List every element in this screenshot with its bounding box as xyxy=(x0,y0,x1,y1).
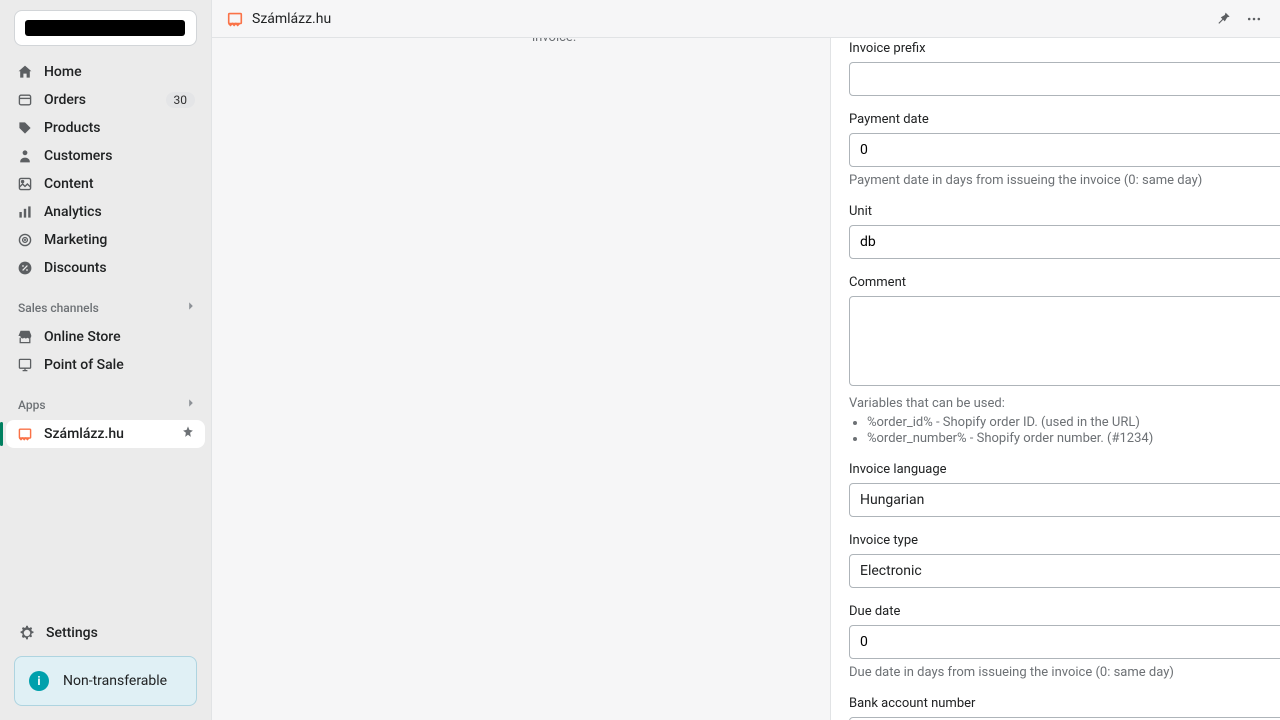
label-invoice-type: Invoice type xyxy=(849,533,1280,548)
nav-analytics[interactable]: Analytics xyxy=(6,198,205,226)
input-payment-date[interactable] xyxy=(849,133,1280,167)
vars-intro: Variables that can be used: xyxy=(849,396,1005,411)
primary-nav: Home Orders 30 Products Customers Cont xyxy=(0,54,211,286)
apps-nav: Számlázz.hu xyxy=(0,416,211,452)
szamlazz-app-icon xyxy=(16,425,34,443)
apps-header[interactable]: Apps xyxy=(0,383,211,416)
page-title: Számlázz.hu xyxy=(252,11,331,27)
marketing-icon xyxy=(16,231,34,249)
pin-icon[interactable] xyxy=(181,425,195,443)
nav-app-szamlazz[interactable]: Számlázz.hu xyxy=(6,420,205,448)
chevron-right-icon xyxy=(185,397,197,412)
analytics-icon xyxy=(16,203,34,221)
nav-customers[interactable]: Customers xyxy=(6,142,205,170)
select-invoice-language[interactable]: Hungarian xyxy=(849,483,1280,517)
nav-content[interactable]: Content xyxy=(6,170,205,198)
nav-orders[interactable]: Orders 30 xyxy=(6,86,205,114)
sidebar: Home Orders 30 Products Customers Cont xyxy=(0,0,212,720)
field-due-date: Due date Due date in days from issueing … xyxy=(849,604,1280,680)
section-description: invoice. xyxy=(532,38,792,45)
more-actions-button[interactable] xyxy=(1242,7,1266,31)
nav-label: Online Store xyxy=(44,329,195,345)
input-unit[interactable] xyxy=(849,225,1280,259)
nav-online-store[interactable]: Online Store xyxy=(6,323,205,351)
nav-marketing[interactable]: Marketing xyxy=(6,226,205,254)
nav-label: Home xyxy=(44,64,195,80)
help-payment-date: Payment date in days from issueing the i… xyxy=(849,173,1280,188)
nav-label: Analytics xyxy=(44,204,195,220)
settings-card: Invoice prefix Payment date Payment date… xyxy=(830,38,1280,720)
field-bank-account: Bank account number xyxy=(849,696,1280,720)
field-invoice-type: Invoice type Electronic ▲▼ xyxy=(849,533,1280,588)
store-icon xyxy=(16,328,34,346)
content-icon xyxy=(16,175,34,193)
input-due-date[interactable] xyxy=(849,625,1280,659)
products-icon xyxy=(16,119,34,137)
nav-label: Számlázz.hu xyxy=(44,426,181,442)
input-invoice-prefix[interactable] xyxy=(849,62,1280,96)
label-due-date: Due date xyxy=(849,604,1280,619)
nav-label: Discounts xyxy=(44,260,195,276)
non-transferable-banner: i Non-transferable xyxy=(14,656,197,706)
orders-badge: 30 xyxy=(166,92,196,108)
nav-label: Point of Sale xyxy=(44,357,195,373)
label-invoice-language: Invoice language xyxy=(849,462,1280,477)
sales-channels-header[interactable]: Sales channels xyxy=(0,286,211,319)
label-comment: Comment xyxy=(849,275,1280,290)
nav-settings[interactable]: Settings xyxy=(6,618,205,648)
settings-label: Settings xyxy=(46,625,98,641)
szamlazz-app-icon xyxy=(226,10,244,28)
nav-label: Marketing xyxy=(44,232,195,248)
banner-text: Non-transferable xyxy=(63,673,167,689)
field-invoice-language: Invoice language Hungarian ▲▼ xyxy=(849,462,1280,517)
label-unit: Unit xyxy=(849,204,1280,219)
nav-label: Products xyxy=(44,120,195,136)
discounts-icon xyxy=(16,259,34,277)
section-title: Apps xyxy=(18,398,46,412)
store-name-redacted xyxy=(25,20,185,36)
main-content: invoice. Invoice prefix Payment date Pay… xyxy=(212,38,1280,720)
label-bank-account: Bank account number xyxy=(849,696,1280,711)
nav-label: Content xyxy=(44,176,195,192)
pos-icon xyxy=(16,356,34,374)
info-icon: i xyxy=(29,671,49,691)
label-invoice-prefix: Invoice prefix xyxy=(849,41,1280,56)
textarea-comment[interactable] xyxy=(849,296,1280,386)
field-unit: Unit xyxy=(849,204,1280,259)
label-payment-date: Payment date xyxy=(849,112,1280,127)
var-item: %order_number% - Shopify order number. (… xyxy=(867,431,1280,446)
home-icon xyxy=(16,63,34,81)
pin-button[interactable] xyxy=(1212,7,1236,31)
help-comment-vars: Variables that can be used: %order_id% -… xyxy=(849,396,1280,446)
nav-label: Orders xyxy=(44,92,166,108)
select-invoice-type[interactable]: Electronic xyxy=(849,554,1280,588)
nav-products[interactable]: Products xyxy=(6,114,205,142)
topbar: Számlázz.hu xyxy=(212,0,1280,38)
store-switcher[interactable] xyxy=(14,10,197,46)
section-title: Sales channels xyxy=(18,301,99,315)
customers-icon xyxy=(16,147,34,165)
sidebar-bottom: Settings i Non-transferable xyxy=(0,612,211,720)
sales-channels-nav: Online Store Point of Sale xyxy=(0,319,211,383)
help-due-date: Due date in days from issueing the invoi… xyxy=(849,665,1280,680)
orders-icon xyxy=(16,91,34,109)
gear-icon xyxy=(18,624,36,642)
nav-label: Customers xyxy=(44,148,195,164)
nav-point-of-sale[interactable]: Point of Sale xyxy=(6,351,205,379)
field-invoice-prefix: Invoice prefix xyxy=(849,41,1280,96)
field-payment-date: Payment date Payment date in days from i… xyxy=(849,112,1280,188)
chevron-right-icon xyxy=(185,300,197,315)
field-comment: Comment Variables that can be used: %ord… xyxy=(849,275,1280,446)
nav-discounts[interactable]: Discounts xyxy=(6,254,205,282)
var-item: %order_id% - Shopify order ID. (used in … xyxy=(867,415,1280,430)
nav-home[interactable]: Home xyxy=(6,58,205,86)
